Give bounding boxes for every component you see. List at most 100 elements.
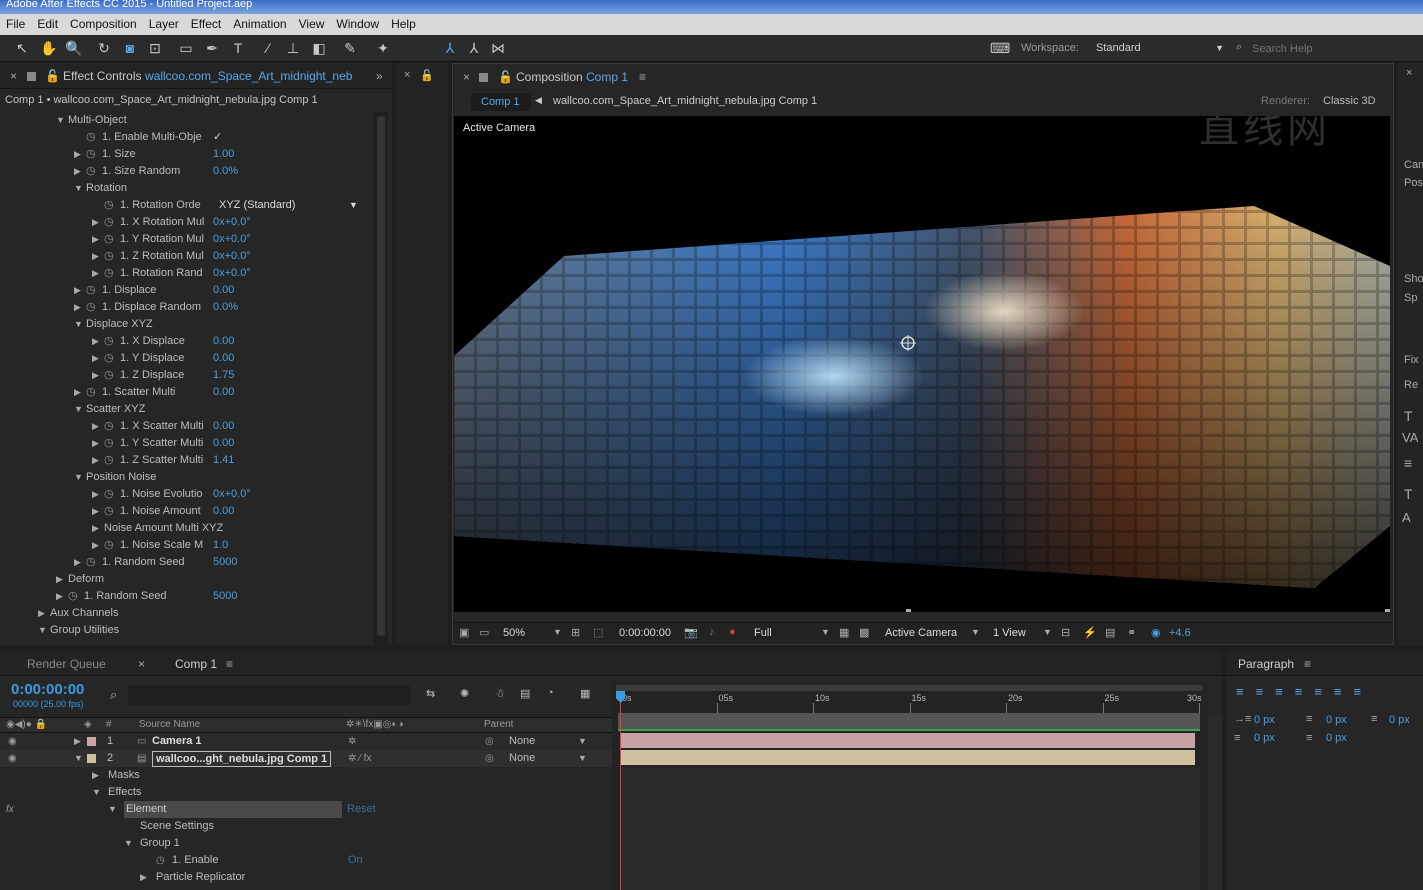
lock-icon[interactable]: 🔓 [498, 64, 513, 90]
twirl-closed-icon[interactable]: ▶ [92, 537, 99, 554]
twirl-open-icon[interactable]: ▼ [56, 112, 65, 129]
property-value[interactable]: On [348, 852, 363, 869]
frame-blending-icon[interactable]: ▤ [520, 687, 530, 700]
twirl-closed-icon[interactable]: ▶ [92, 265, 99, 282]
stopwatch-icon[interactable]: ◷ [104, 418, 114, 435]
twirl-closed-icon[interactable]: ▶ [56, 588, 63, 605]
twirl-closed-icon[interactable]: ▶ [92, 486, 99, 503]
twirl-closed-icon[interactable]: ▶ [92, 520, 99, 537]
effect-property-row[interactable]: ▼ Scatter XYZ [0, 401, 372, 418]
effect-property-row[interactable]: ▶ ◷ 1. Displace Random 0.0% [0, 299, 372, 316]
indent-first-value[interactable]: 0 px [1326, 714, 1347, 726]
menu-layer[interactable]: Layer [143, 14, 185, 31]
stopwatch-icon[interactable]: ◷ [86, 129, 96, 146]
effect-property-row[interactable]: ▶ ◷ 1. Size Random 0.0% [0, 163, 372, 180]
timeline-icon[interactable]: ▤ [1105, 626, 1115, 639]
panel-menu-icon[interactable] [27, 72, 36, 81]
timeline-scrollbar[interactable] [1208, 717, 1222, 890]
twirl-closed-icon[interactable]: ▶ [92, 214, 99, 231]
effect-property-row[interactable]: ▶ Deform [0, 571, 372, 588]
eraser-tool-icon[interactable]: ◧ [311, 40, 327, 56]
effect-property-row[interactable]: ▶ Noise Amount Multi XYZ [0, 520, 372, 537]
effect-property-row[interactable]: ▼ Multi-Object [0, 112, 372, 129]
rectangle-tool-icon[interactable]: ▭ [178, 40, 194, 56]
time-graph-area[interactable]: 0s 05s 10s 15s 20s 25s 30s [612, 681, 1208, 890]
stopwatch-icon[interactable]: ◷ [104, 248, 114, 265]
zoom-level[interactable]: 50% [503, 627, 525, 639]
fit-icon[interactable]: ⊞ [571, 626, 580, 639]
lock-icon[interactable]: 🔓 [45, 63, 60, 89]
stopwatch-icon[interactable]: ◷ [86, 146, 96, 163]
property-value[interactable]: 5000 [213, 554, 237, 571]
brush-tool-icon[interactable]: ⁄ [260, 40, 276, 56]
property-value[interactable]: 0x+0.0° [213, 248, 251, 265]
twirl-closed-icon[interactable]: ▶ [74, 282, 81, 299]
scrollbar-thumb[interactable] [377, 116, 385, 636]
effect-property-row[interactable]: ◷ 1. Enable Multi-Obje ✓ [0, 129, 372, 146]
stopwatch-icon[interactable]: ◷ [86, 163, 96, 180]
world-axis-icon[interactable]: ⅄ [466, 40, 482, 56]
effect-property-row[interactable]: ▶ ◷ 1. X Rotation Mul 0x+0.0° [0, 214, 372, 231]
twirl-closed-icon[interactable]: ▶ [92, 435, 99, 452]
effect-property-row[interactable]: ▶ ◷ 1. Y Rotation Mul 0x+0.0° [0, 231, 372, 248]
effect-property-row[interactable]: ▶ ◷ 1. Rotation Rand 0x+0.0° [0, 265, 372, 282]
exposure-value[interactable]: +4.6 [1169, 627, 1191, 639]
twirl-icon[interactable]: ▼ [74, 750, 83, 767]
rotate-tool-icon[interactable]: ↻ [96, 40, 112, 56]
effect-property-row[interactable]: ▶ ◷ 1. Random Seed 5000 [0, 554, 372, 571]
property-value[interactable]: 0x+0.0° [213, 231, 251, 248]
menu-composition[interactable]: Composition [64, 14, 143, 31]
twirl-closed-icon[interactable]: ▶ [74, 163, 81, 180]
parent-dropdown[interactable]: None [509, 733, 535, 750]
property-row[interactable]: ▶ Particle Replicator [0, 869, 612, 886]
twirl-closed-icon[interactable]: ▶ [92, 503, 99, 520]
space-after-value[interactable]: 0 px [1326, 732, 1347, 744]
label-color-icon[interactable] [87, 737, 96, 746]
bounding-handle[interactable] [1385, 609, 1390, 612]
tab-render-queue[interactable]: Render Queue [27, 651, 106, 677]
work-area-bar[interactable] [616, 685, 1202, 691]
close-icon[interactable]: × [10, 63, 17, 89]
composition-viewer[interactable]: Active Camera 直线网 [454, 116, 1390, 612]
property-value[interactable]: 0.0% [213, 299, 238, 316]
view-axis-icon[interactable]: ⋈ [490, 40, 506, 56]
snapshot-icon[interactable]: 📷 [684, 626, 698, 639]
search-help-input[interactable] [1252, 40, 1412, 57]
text-tool-icon[interactable]: T [230, 40, 246, 56]
tab-comp-1[interactable]: Comp 1 [175, 651, 217, 677]
effect-property-row[interactable]: ▼ Position Noise [0, 469, 372, 486]
panel-menu-icon[interactable] [479, 73, 488, 82]
property-value[interactable]: 0x+0.0° [213, 214, 251, 231]
stopwatch-icon[interactable]: ◷ [104, 537, 114, 554]
lock-icon[interactable]: 🔓 [420, 69, 434, 82]
reset-link[interactable]: Reset [347, 801, 376, 818]
menu-icon[interactable]: ≡ [639, 64, 646, 90]
menu-help[interactable]: Help [385, 14, 422, 31]
property-value[interactable]: 1.00 [213, 146, 234, 163]
effect-property-row[interactable]: ▶ ◷ 1. Scatter Multi 0.00 [0, 384, 372, 401]
layer-name[interactable]: Camera 1 [152, 733, 202, 750]
eye-icon[interactable]: ◉ [8, 750, 17, 767]
twirl-closed-icon[interactable]: ▶ [92, 333, 99, 350]
menu-window[interactable]: Window [330, 14, 385, 31]
selection-tool-icon[interactable]: ↖ [14, 40, 30, 56]
label-color-icon[interactable] [87, 754, 96, 763]
twirl-closed-icon[interactable]: ▶ [74, 554, 81, 571]
effect-property-row[interactable]: ▶ ◷ 1. Noise Amount 0.00 [0, 503, 372, 520]
twirl-icon[interactable]: ▶ [74, 733, 81, 750]
property-value[interactable]: 1.41 [213, 452, 234, 469]
effect-controls-tab[interactable]: × 🔓 Effect Controls wallcoo.com_Space_Ar… [0, 63, 392, 89]
twirl-closed-icon[interactable]: ▶ [92, 367, 99, 384]
table-row[interactable]: ◉ ▼ 2 ▤ wallcoo...ght_nebula.jpg Comp 1 ✲ ⁄ f… [0, 750, 612, 767]
view-camera[interactable]: Active Camera [885, 627, 957, 639]
property-value[interactable]: 0.00 [213, 503, 234, 520]
bounding-handle[interactable] [906, 609, 911, 612]
twirl-open-icon[interactable]: ▼ [92, 784, 101, 801]
stopwatch-icon[interactable]: ◷ [86, 282, 96, 299]
effect-property-row[interactable]: ▶ ◷ 1. Y Scatter Multi 0.00 [0, 435, 372, 452]
close-icon[interactable]: × [404, 69, 410, 81]
twirl-closed-icon[interactable]: ▶ [92, 248, 99, 265]
stopwatch-icon[interactable]: ◷ [86, 554, 96, 571]
twirl-open-icon[interactable]: ▼ [38, 622, 47, 639]
effect-property-row[interactable]: ▶ ◷ 1. X Displace 0.00 [0, 333, 372, 350]
